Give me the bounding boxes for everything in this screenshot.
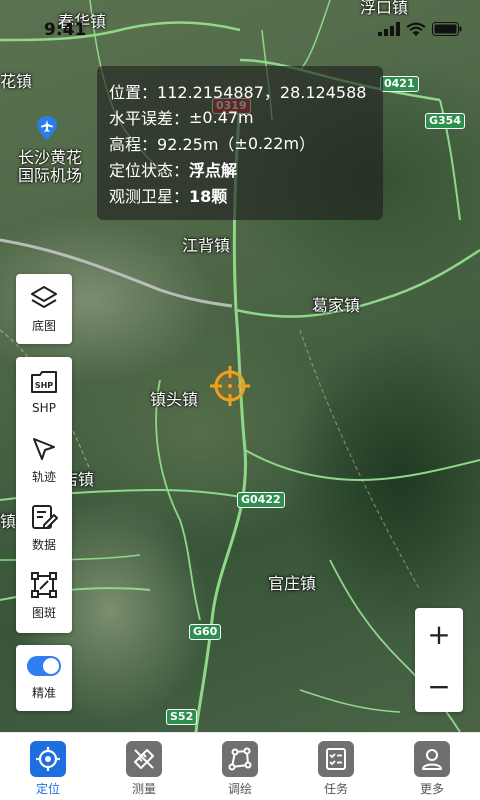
- shp-icon-text: SHP: [35, 381, 53, 390]
- nav-item-locate[interactable]: 定位: [0, 733, 96, 800]
- nav-label-task: 任务: [323, 782, 348, 796]
- task-icon: [318, 741, 354, 777]
- nav-item-more[interactable]: 更多: [384, 733, 480, 800]
- battery-icon: [432, 22, 462, 36]
- patch-button[interactable]: 图斑: [16, 561, 72, 629]
- track-label: 轨迹: [31, 469, 56, 484]
- place-label-huazhen: 花镇: [0, 72, 33, 91]
- locate-icon: [30, 741, 66, 777]
- shp-label: SHP: [32, 401, 56, 415]
- patch-label: 图斑: [31, 605, 56, 620]
- cursor-arrow-icon: [29, 434, 59, 464]
- road-shield-s52: S52: [166, 709, 198, 725]
- position-label: 位置：: [109, 83, 158, 102]
- draw-icon: [222, 741, 258, 777]
- nav-label-measure: 测量: [131, 782, 156, 796]
- fix-status-row: 定位状态： 浮点解: [109, 156, 371, 182]
- horizontal-error-label: 水平误差：: [109, 109, 190, 128]
- place-label-airport-line2: 国际机场: [18, 166, 83, 185]
- status-time: 9:41: [44, 20, 87, 40]
- location-info-panel: 位置： 112.2154887，28.124588 水平误差： ±0.47m 高…: [97, 66, 383, 220]
- road-shield-g60: G60: [189, 624, 222, 640]
- horizontal-error-row: 水平误差： ±0.47m: [109, 104, 371, 130]
- zoom-in-button[interactable]: +: [415, 608, 463, 660]
- signal-icon: [378, 22, 400, 36]
- data-label: 数据: [31, 537, 56, 552]
- satellites-value: 18颗: [189, 187, 228, 206]
- edit-document-icon: [29, 502, 59, 532]
- road-shield-g354: G354: [425, 113, 465, 129]
- elevation-row: 高程： 92.25m（ ±0.22m ）: [109, 130, 371, 156]
- elevation-error: ±0.22m: [234, 133, 300, 153]
- place-label-gejia: 葛家镇: [312, 296, 361, 315]
- precise-toggle[interactable]: [27, 655, 61, 676]
- elevation-label: 高程：: [109, 135, 158, 154]
- status-bar: 9:41: [0, 0, 480, 40]
- data-button[interactable]: 数据: [16, 493, 72, 561]
- satellites-row: 观测卫星： 18颗: [109, 182, 371, 208]
- precise-toggle-item: 精准: [16, 645, 72, 711]
- shp-folder-icon: SHP: [29, 367, 59, 397]
- horizontal-error-value: ±0.47m: [189, 107, 254, 127]
- zoom-out-button[interactable]: −: [415, 660, 463, 712]
- toggle-knob: [43, 657, 59, 674]
- tools-panel: SHP SHP 轨迹 数据 图斑: [16, 357, 72, 633]
- layers-icon: [29, 283, 59, 313]
- nav-item-measure[interactable]: 测量: [96, 733, 192, 800]
- basemap-label: 底图: [31, 318, 56, 333]
- nav-item-draw[interactable]: 调绘: [192, 733, 288, 800]
- position-row: 位置： 112.2154887，28.124588: [109, 78, 371, 104]
- bottom-navigation: 定位 测量 调绘 任务 更多: [0, 732, 480, 800]
- basemap-panel: 底图: [16, 274, 72, 344]
- elevation-value: 92.25m（: [157, 135, 235, 154]
- fix-status-label: 定位状态：: [109, 161, 190, 180]
- wifi-icon: [406, 22, 426, 36]
- precise-panel: 精准: [16, 645, 72, 711]
- nav-label-locate: 定位: [35, 782, 60, 796]
- place-label-guanzhuang: 官庄镇: [268, 574, 317, 593]
- zoom-control: + −: [415, 608, 463, 712]
- measure-icon: [126, 741, 162, 777]
- nav-item-task[interactable]: 任务: [288, 733, 384, 800]
- airport-icon: [36, 116, 58, 140]
- precise-label: 精准: [31, 685, 56, 700]
- nav-label-more: 更多: [419, 782, 444, 796]
- place-label-jiangbei: 江背镇: [182, 236, 231, 255]
- road-shield-g0422: G0422: [237, 492, 285, 508]
- elevation-close: ）: [299, 135, 316, 154]
- position-value: 112.2154887，28.124588: [157, 83, 367, 102]
- road-shield-0421: 0421: [380, 76, 419, 92]
- nav-label-draw: 调绘: [227, 782, 252, 796]
- basemap-button[interactable]: 底图: [16, 274, 72, 342]
- place-label-zhen-left: 镇: [0, 512, 17, 531]
- fix-status-value: 浮点解: [189, 161, 238, 180]
- track-button[interactable]: 轨迹: [16, 425, 72, 493]
- more-icon: [414, 741, 450, 777]
- place-label-zhentou: 镇头镇: [150, 390, 199, 409]
- shp-button[interactable]: SHP SHP: [16, 357, 72, 425]
- status-icons: [378, 22, 462, 36]
- satellites-label: 观测卫星：: [109, 187, 190, 206]
- location-crosshair-icon: [210, 366, 250, 406]
- polygon-patch-icon: [29, 570, 59, 600]
